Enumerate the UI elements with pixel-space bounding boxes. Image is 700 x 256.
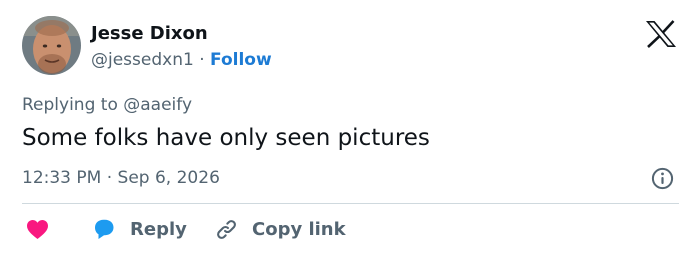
handle-separator: ·	[199, 50, 205, 70]
x-logo-icon[interactable]	[645, 20, 677, 48]
author-handle-line: @jessedxn1 · Follow	[91, 48, 272, 72]
link-icon	[217, 219, 236, 239]
author-handle[interactable]: @jessedxn1	[91, 50, 194, 70]
reply-button[interactable]: Reply	[92, 216, 187, 242]
tweet-text: Some folks have only seen pictures	[22, 125, 430, 151]
tweet-date: Sep 6, 2026	[117, 168, 220, 188]
replying-to-handle[interactable]: @aaeify	[123, 95, 192, 115]
replying-to: Replying to @aaeify	[22, 93, 192, 117]
follow-button[interactable]: Follow	[210, 50, 272, 70]
copy-link-label: Copy link	[252, 218, 346, 240]
divider	[22, 203, 679, 204]
avatar-photo	[22, 16, 81, 75]
info-icon[interactable]	[651, 167, 674, 190]
timestamp-separator: ·	[106, 168, 113, 188]
copy-link-button[interactable]: Copy link	[214, 216, 346, 242]
tweet-timestamp[interactable]: 12:33 PM · Sep 6, 2026	[22, 166, 220, 190]
avatar[interactable]	[22, 16, 81, 75]
replying-prefix: Replying to	[22, 95, 118, 115]
speech-bubble-icon	[95, 219, 114, 239]
tweet-time: 12:33 PM	[22, 168, 102, 188]
reply-label: Reply	[130, 218, 187, 240]
heart-icon	[27, 219, 48, 239]
like-button[interactable]	[26, 216, 49, 242]
author-name[interactable]: Jesse Dixon	[91, 22, 208, 46]
